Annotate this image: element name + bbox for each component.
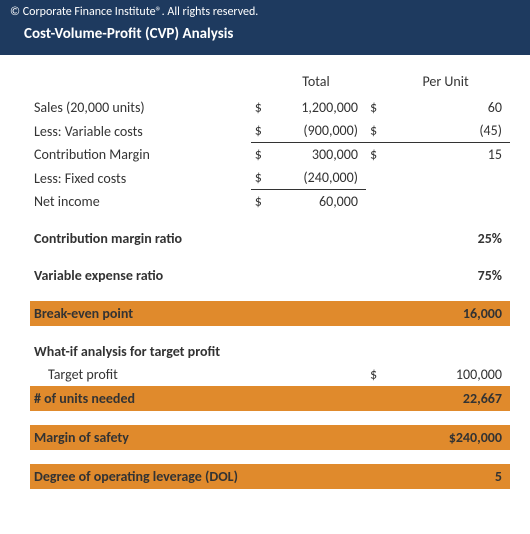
fixed-val1: (240,000)	[270, 166, 366, 190]
column-headers: Total Per Unit	[30, 65, 510, 96]
ni-val1: 60,000	[270, 190, 366, 214]
mos-label: Margin of safety	[30, 425, 251, 450]
cm-label: Contribution Margin	[30, 143, 251, 167]
row-variable-costs: Less: Variable costs $ (900,000) $ (45)	[30, 119, 510, 143]
varcost-label: Less: Variable costs	[30, 119, 251, 143]
breakeven-label: Break-even point	[30, 301, 251, 326]
cm-val2: 15	[385, 143, 510, 167]
units-label: # of units needed	[30, 386, 251, 411]
cm-val1: 300,000	[270, 143, 366, 167]
fixed-label: Less: Fixed costs	[30, 166, 251, 190]
breakeven-value: 16,000	[385, 301, 510, 326]
sales-label: Sales (20,000 units)	[30, 96, 251, 119]
row-margin-of-safety: Margin of safety $240,000	[30, 425, 510, 450]
cm-ratio-value: 25%	[385, 227, 510, 250]
units-value: 22,667	[385, 386, 510, 411]
cm-cur1: $	[251, 143, 270, 167]
ni-label: Net income	[30, 190, 251, 214]
sales-cur1: $	[251, 96, 270, 119]
var-ratio-value: 75%	[385, 264, 510, 287]
cm-ratio-label: Contribution margin ratio	[30, 227, 251, 250]
cvp-table: Total Per Unit Sales (20,000 units) $ 1,…	[30, 65, 510, 495]
fixed-cur1: $	[251, 166, 270, 190]
row-net-income: Net income $ 60,000	[30, 190, 510, 214]
row-whatif-heading: What-if analysis for target profit	[30, 340, 510, 363]
sales-val1: 1,200,000	[270, 96, 366, 119]
row-fixed-costs: Less: Fixed costs $ (240,000)	[30, 166, 510, 190]
sales-cur2: $	[366, 96, 385, 119]
varcost-val2: (45)	[385, 119, 510, 143]
ni-cur1: $	[251, 190, 270, 214]
dol-value: 5	[385, 464, 510, 489]
target-value: 100,000	[385, 363, 510, 386]
mos-value: $240,000	[385, 425, 510, 450]
cm-cur2: $	[366, 143, 385, 167]
col-perunit-header: Per Unit	[385, 65, 510, 96]
row-contribution-margin: Contribution Margin $ 300,000 $ 15	[30, 143, 510, 167]
content-area: Total Per Unit Sales (20,000 units) $ 1,…	[0, 55, 530, 505]
page-title: Cost-Volume-Profit (CVP) Analysis	[10, 25, 520, 43]
varcost-cur2: $	[366, 119, 385, 143]
row-dol: Degree of operating leverage (DOL) 5	[30, 464, 510, 489]
var-ratio-label: Variable expense ratio	[30, 264, 251, 287]
target-label: Target profit	[30, 363, 251, 386]
header-bar: © Corporate Finance Institute®. All righ…	[0, 0, 530, 55]
sales-val2: 60	[385, 96, 510, 119]
col-total-header: Total	[270, 65, 366, 96]
whatif-heading: What-if analysis for target profit	[30, 340, 510, 363]
varcost-cur1: $	[251, 119, 270, 143]
row-breakeven: Break-even point 16,000	[30, 301, 510, 326]
row-cm-ratio: Contribution margin ratio 25%	[30, 227, 510, 250]
varcost-val1: (900,000)	[270, 119, 366, 143]
dol-label: Degree of operating leverage (DOL)	[30, 464, 270, 489]
row-units-needed: # of units needed 22,667	[30, 386, 510, 411]
row-sales: Sales (20,000 units) $ 1,200,000 $ 60	[30, 96, 510, 119]
row-var-ratio: Variable expense ratio 75%	[30, 264, 510, 287]
target-cur: $	[366, 363, 385, 386]
copyright-text: © Corporate Finance Institute®. All righ…	[10, 5, 520, 19]
row-target-profit: Target profit $ 100,000	[30, 363, 510, 386]
